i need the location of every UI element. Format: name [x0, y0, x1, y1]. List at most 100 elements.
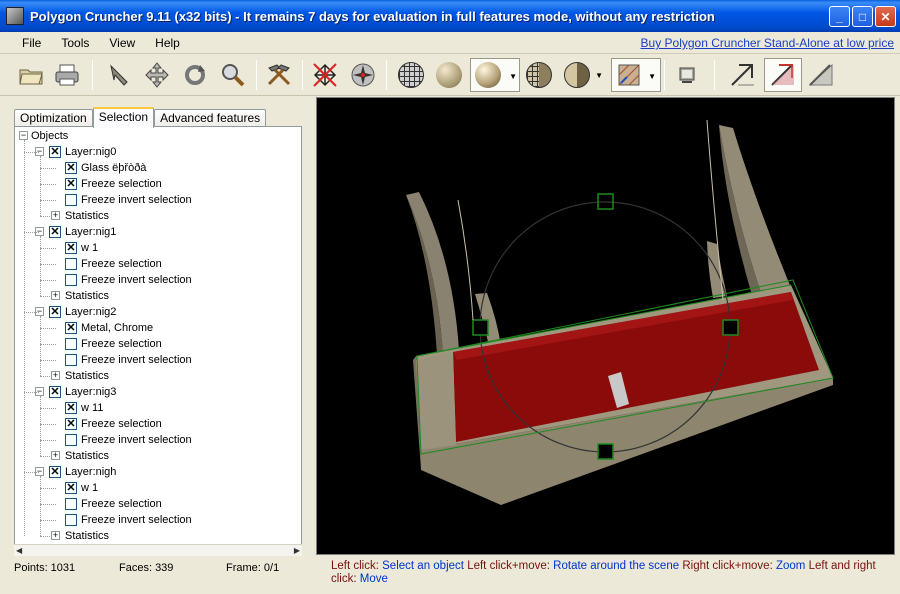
statistics-node[interactable]: Statistics	[65, 208, 109, 224]
material-item[interactable]: ✕ w 1	[65, 480, 98, 496]
expand-icon[interactable]: +	[51, 451, 60, 460]
print-icon[interactable]	[50, 58, 84, 92]
scene-model[interactable]	[317, 98, 894, 554]
freeze-selection-label: Freeze selection	[81, 178, 162, 190]
scroll-left-icon[interactable]: ◀	[16, 546, 22, 555]
freeze-selection-checkbox[interactable]	[65, 258, 77, 270]
snapshot-icon[interactable]	[670, 58, 704, 92]
expand-icon[interactable]: +	[51, 291, 60, 300]
open-folder-icon[interactable]	[14, 58, 48, 92]
freeze-selection[interactable]: ✕ Freeze selection	[65, 176, 162, 192]
arrow-light-icon[interactable]	[804, 58, 838, 92]
tab-selection[interactable]: Selection	[92, 107, 155, 128]
freeze-invert-selection-checkbox[interactable]	[65, 354, 77, 366]
statistics-node[interactable]: Statistics	[65, 288, 109, 304]
material-item-checkbox[interactable]: ✕	[65, 482, 77, 494]
freeze-selection-checkbox[interactable]	[65, 338, 77, 350]
material-item-label: Metal, Chrome	[81, 322, 154, 334]
dropdown-arrow-icon[interactable]: ▼	[595, 71, 603, 80]
freeze-invert-selection[interactable]: Freeze invert selection	[65, 512, 192, 528]
rotate-icon[interactable]	[178, 58, 212, 92]
menu-tools[interactable]: Tools	[51, 36, 99, 50]
freeze-invert-selection[interactable]: Freeze invert selection	[65, 272, 192, 288]
close-button[interactable]: ✕	[875, 6, 896, 27]
tree-layer[interactable]: ✕ Layer:nig3	[49, 384, 116, 400]
tree-root[interactable]: Objects	[31, 128, 68, 144]
layer-checkbox[interactable]: ✕	[49, 466, 61, 478]
freeze-selection[interactable]: Freeze selection	[65, 496, 162, 512]
expand-icon[interactable]: +	[51, 371, 60, 380]
freeze-invert-selection[interactable]: Freeze invert selection	[65, 432, 192, 448]
statistics-node[interactable]: Statistics	[65, 528, 109, 544]
expand-icon[interactable]: +	[51, 211, 60, 220]
vertex-star-icon[interactable]	[346, 58, 380, 92]
left-panel: Optimization Selection Advanced features…	[6, 97, 308, 557]
half-shaded-sphere-icon[interactable]: ▼	[560, 58, 603, 92]
statistics-node[interactable]: Statistics	[65, 448, 109, 464]
material-item[interactable]: ✕ Metal, Chrome	[65, 320, 153, 336]
dropdown-arrow-icon[interactable]: ▼	[648, 72, 656, 81]
freeze-selection[interactable]: Freeze selection	[65, 336, 162, 352]
freeze-selection-checkbox[interactable]: ✕	[65, 178, 77, 190]
layer-checkbox[interactable]: ✕	[49, 146, 61, 158]
expand-icon[interactable]: +	[51, 531, 60, 540]
half-wire-sphere-icon[interactable]	[522, 58, 556, 92]
menu-view[interactable]: View	[99, 36, 145, 50]
freeze-selection-label: Freeze selection	[81, 258, 162, 270]
material-item[interactable]: ✕ w 11	[65, 400, 103, 416]
freeze-invert-selection-checkbox[interactable]	[65, 514, 77, 526]
layer-checkbox[interactable]: ✕	[49, 226, 61, 238]
flat-sphere-icon[interactable]	[432, 58, 466, 92]
horizontal-scrollbar[interactable]: ◀ ▶	[14, 544, 302, 556]
freeze-invert-selection-label: Freeze invert selection	[81, 274, 192, 286]
hammer-crunch-icon[interactable]	[262, 58, 296, 92]
select-arrow-icon[interactable]	[102, 58, 136, 92]
title-bar: Polygon Cruncher 9.11 (x32 bits) - It re…	[0, 0, 900, 32]
move-icon[interactable]	[140, 58, 174, 92]
layer-checkbox[interactable]: ✕	[49, 386, 61, 398]
tree-layer[interactable]: ✕ Layer:nig2	[49, 304, 116, 320]
tree-layer[interactable]: ✕ Layer:nigh	[49, 464, 116, 480]
3d-viewport[interactable]	[316, 97, 895, 555]
layer-checkbox[interactable]: ✕	[49, 306, 61, 318]
freeze-selection[interactable]: Freeze selection	[65, 256, 162, 272]
statistics-node[interactable]: Statistics	[65, 368, 109, 384]
texture-icon[interactable]: ▼	[611, 58, 661, 92]
freeze-selection-label: Freeze selection	[81, 498, 162, 510]
menu-help[interactable]: Help	[145, 36, 190, 50]
freeze-invert-selection[interactable]: Freeze invert selection	[65, 192, 192, 208]
statistics-label: Statistics	[65, 450, 110, 462]
material-item[interactable]: ✕ w 1	[65, 240, 98, 256]
zoom-magnifier-icon[interactable]	[216, 58, 250, 92]
arrow-gray-icon[interactable]	[726, 58, 760, 92]
maximize-button[interactable]: □	[852, 6, 873, 27]
freeze-selection-checkbox[interactable]	[65, 498, 77, 510]
material-item-checkbox[interactable]: ✕	[65, 162, 77, 174]
wireframe-crossed-icon[interactable]	[308, 58, 342, 92]
material-item-label: w 1	[81, 242, 99, 254]
material-item[interactable]: ✕ Glass ëþřòðà	[65, 160, 146, 176]
freeze-invert-selection[interactable]: Freeze invert selection	[65, 352, 192, 368]
object-tree[interactable]: − Objects − ✕ Layer:nig0 ✕ Glass ëþřòðà ✕ Freeze…	[14, 126, 302, 556]
wireframe-sphere-icon[interactable]	[394, 58, 428, 92]
buy-link[interactable]: Buy Polygon Cruncher Stand-Alone at low …	[641, 36, 894, 50]
freeze-selection[interactable]: ✕ Freeze selection	[65, 416, 162, 432]
tree-layer[interactable]: ✕ Layer:nig0	[49, 144, 116, 160]
minimize-button[interactable]: _	[829, 6, 850, 27]
arrow-red-icon[interactable]	[764, 58, 802, 92]
freeze-invert-selection-checkbox[interactable]	[65, 274, 77, 286]
tree-layer[interactable]: ✕ Layer:nig1	[49, 224, 116, 240]
freeze-invert-selection-label: Freeze invert selection	[81, 194, 192, 206]
smooth-sphere-icon[interactable]: ▼	[470, 58, 520, 92]
dropdown-arrow-icon[interactable]: ▼	[509, 72, 517, 81]
freeze-invert-selection-checkbox[interactable]	[65, 434, 77, 446]
material-item-checkbox[interactable]: ✕	[65, 242, 77, 254]
material-item-checkbox[interactable]: ✕	[65, 402, 77, 414]
menu-file[interactable]: File	[0, 36, 51, 50]
freeze-selection-checkbox[interactable]: ✕	[65, 418, 77, 430]
app-icon[interactable]	[6, 7, 24, 25]
material-item-checkbox[interactable]: ✕	[65, 322, 77, 334]
collapse-icon[interactable]: −	[19, 131, 28, 140]
scroll-right-icon[interactable]: ▶	[294, 546, 300, 555]
freeze-invert-selection-checkbox[interactable]	[65, 194, 77, 206]
